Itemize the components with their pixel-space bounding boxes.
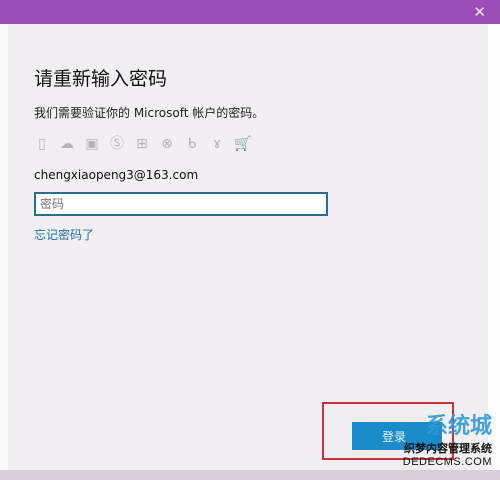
account-email: chengxiaopeng3@163.com	[34, 168, 199, 182]
close-icon[interactable]: ✕	[473, 2, 486, 22]
bing-icon: ᑲ	[187, 136, 197, 152]
password-input[interactable]	[34, 192, 328, 216]
site-watermark: 系统城 织梦内容管理系统 DEDECMS.COM	[403, 408, 492, 468]
outlook-icon: ▣	[85, 136, 99, 152]
skype-icon: Ⓢ	[110, 136, 124, 152]
store-icon: 🛒	[234, 136, 252, 152]
office-icon: ▯	[38, 136, 46, 152]
dialog-subtitle: 我们需要验证你的 Microsoft 帐户的密码。	[34, 106, 265, 120]
msn-icon: ɤ	[212, 136, 222, 152]
windows-icon: ⊞	[136, 136, 148, 152]
xbox-icon: ⊗	[161, 136, 173, 152]
onedrive-icon: ☁	[60, 136, 74, 152]
microsoft-services-icons: ▯ ☁ ▣ Ⓢ ⊞ ⊗ ᑲ ɤ 🛒	[34, 136, 252, 152]
watermark-caption: 织梦内容管理系统	[404, 443, 492, 455]
watermark-site-name: 系统城	[425, 413, 492, 438]
dialog-title: 请重新输入密码	[34, 68, 168, 90]
taskbar-strip	[0, 470, 500, 480]
window-title-bar: ✕	[0, 0, 500, 24]
forgot-password-link[interactable]: 忘记密码了	[34, 226, 94, 243]
watermark-url: DEDECMS.COM	[402, 456, 492, 468]
